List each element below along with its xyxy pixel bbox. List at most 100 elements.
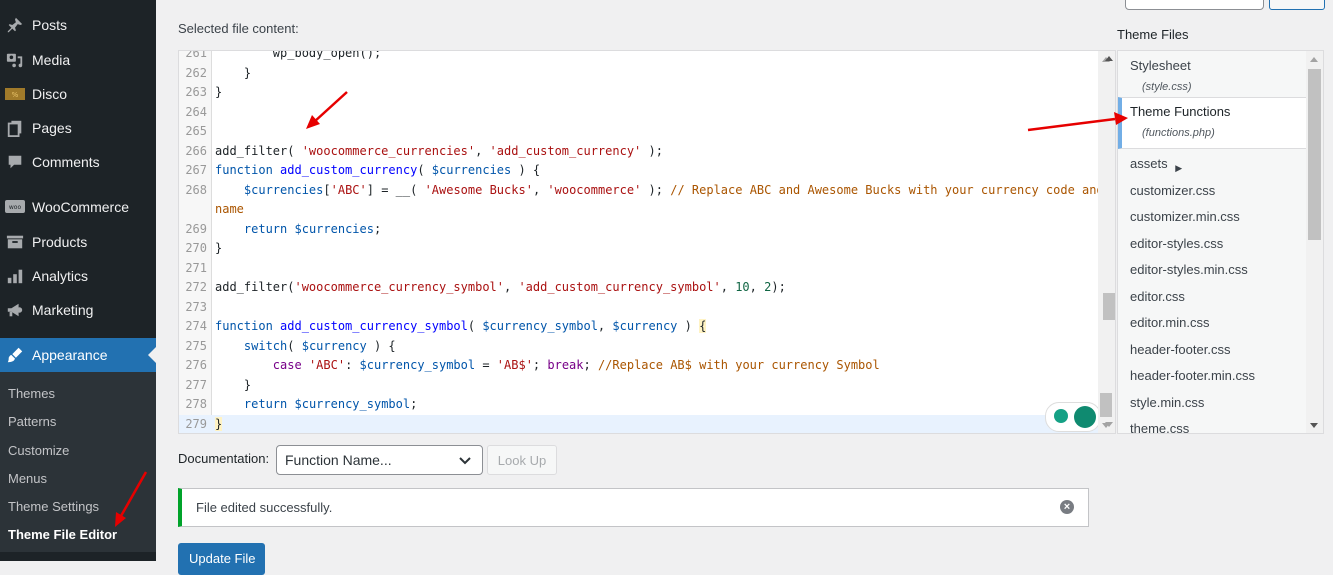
menu-item-posts[interactable]: Posts [0, 8, 156, 42]
submenu-menus[interactable]: Menus [8, 471, 47, 486]
file-item[interactable]: header-footer.min.css [1130, 368, 1255, 383]
menu-item-products[interactable]: Products [0, 225, 156, 259]
menu-item-appearance[interactable]: Appearance [0, 338, 156, 372]
select-button[interactable] [1269, 0, 1325, 10]
line-number: 262 [179, 64, 207, 84]
chevron-down-icon [458, 453, 472, 470]
code-line[interactable]: 271 [179, 259, 1099, 279]
dismiss-icon[interactable]: × [1060, 500, 1074, 514]
menu-item-woocommerce[interactable]: woo WooCommerce [0, 190, 156, 224]
code-line[interactable]: 276 case 'ABC': $currency_symbol = 'AB$'… [179, 356, 1099, 376]
code-line[interactable]: 263} [179, 83, 1099, 103]
code-line[interactable]: 265 [179, 122, 1099, 142]
file-item[interactable]: editor.css [1130, 289, 1185, 304]
code-line[interactable]: 270} [179, 239, 1099, 259]
menu-label: WooCommerce [32, 199, 129, 215]
file-item-theme-functions[interactable]: Theme Functions (functions.php) [1118, 97, 1308, 149]
menu-label: Comments [32, 154, 100, 170]
main-content: Selected file content: 261 wp_body_open(… [156, 0, 1333, 561]
menu-label: Products [32, 234, 87, 250]
code-line[interactable]: 273 [179, 298, 1099, 318]
menu-item-disco[interactable]: % Disco [0, 77, 156, 111]
line-number: 278 [179, 395, 207, 415]
scrollbar-thumb[interactable] [1308, 69, 1321, 240]
scrollbar-thumb[interactable] [1103, 293, 1115, 320]
file-item[interactable]: header-footer.css [1130, 342, 1230, 357]
menu-item-comments[interactable]: Comments [0, 145, 156, 179]
menu-label: Media [32, 52, 70, 68]
menu-label: Analytics [32, 268, 88, 284]
code-line[interactable]: 261 wp_body_open(); [179, 50, 1099, 64]
media-icon [5, 50, 25, 70]
line-number: 274 [179, 317, 207, 337]
code-line[interactable]: 262 } [179, 64, 1099, 84]
file-item[interactable]: customizer.min.css [1130, 209, 1240, 224]
files-scrollbar[interactable] [1306, 51, 1323, 433]
submenu-themes[interactable]: Themes [8, 386, 55, 401]
code-line[interactable]: name [179, 200, 1099, 220]
line-number: 279 [179, 415, 207, 435]
menu-label: Posts [32, 17, 67, 33]
file-item[interactable]: editor-styles.css [1130, 236, 1223, 251]
page-scrollbar[interactable] [1101, 50, 1117, 434]
svg-text:woo: woo [9, 204, 22, 211]
active-indicator [148, 347, 156, 363]
file-item-stylesheet[interactable]: Stylesheet (style.css) [1130, 58, 1192, 93]
file-label: Theme Functions [1130, 104, 1230, 119]
scroll-up-icon[interactable] [1310, 57, 1318, 62]
scroll-down-icon[interactable] [1310, 423, 1318, 428]
code-line[interactable]: 272add_filter('woocommerce_currency_symb… [179, 278, 1099, 298]
file-item[interactable]: theme.css [1130, 421, 1189, 434]
theme-select-input[interactable] [1125, 0, 1264, 10]
file-name: (style.css) [1142, 81, 1192, 93]
code-line[interactable]: 264 [179, 103, 1099, 123]
code-line[interactable]: 278 return $currency_symbol; [179, 395, 1099, 415]
file-label: Stylesheet [1130, 58, 1191, 73]
submenu-theme-settings[interactable]: Theme Settings [8, 499, 99, 514]
folder-item-assets[interactable]: assets ▶ [1130, 156, 1182, 171]
grammarly-widget[interactable] [1045, 402, 1101, 432]
pin-icon [5, 15, 25, 35]
folder-label: assets [1130, 156, 1168, 171]
line-number: 266 [179, 142, 207, 162]
menu-label: Marketing [32, 302, 93, 318]
file-item[interactable]: editor.min.css [1130, 315, 1209, 330]
submenu-patterns[interactable]: Patterns [8, 414, 56, 429]
admin-sidebar: Posts Media % Disco Pages Comments woo W… [0, 0, 156, 561]
coupon-icon: % [5, 84, 25, 104]
line-number: 265 [179, 122, 207, 142]
code-editor[interactable]: 261 wp_body_open();262 }263}264265266add… [178, 50, 1116, 434]
function-name-select[interactable]: Function Name... [276, 445, 483, 475]
code-line[interactable]: 267function add_custom_currency( $curren… [179, 161, 1099, 181]
code-line[interactable]: 266add_filter( 'woocommerce_currencies',… [179, 142, 1099, 162]
menu-item-analytics[interactable]: Analytics [0, 259, 156, 293]
line-number: 261 [179, 50, 207, 64]
line-number: 267 [179, 161, 207, 181]
look-up-button[interactable]: Look Up [487, 445, 557, 475]
file-item[interactable]: editor-styles.min.css [1130, 262, 1248, 277]
code-line[interactable]: 268 $currencies['ABC'] = __( 'Awesome Bu… [179, 181, 1099, 201]
code-line[interactable]: 274function add_custom_currency_symbol( … [179, 317, 1099, 337]
comment-icon [5, 152, 25, 172]
update-file-button[interactable]: Update File [178, 543, 265, 575]
line-number: 270 [179, 239, 207, 259]
line-number: 275 [179, 337, 207, 357]
menu-item-marketing[interactable]: Marketing [0, 293, 156, 327]
pages-icon [5, 118, 25, 138]
file-item[interactable]: customizer.css [1130, 183, 1215, 198]
scroll-down-icon[interactable] [1105, 422, 1113, 427]
scroll-up-icon[interactable] [1105, 56, 1113, 61]
code-line[interactable]: 269 return $currencies; [179, 220, 1099, 240]
menu-label: Pages [32, 120, 72, 136]
code-line[interactable]: 275 switch( $currency ) { [179, 337, 1099, 357]
code-line[interactable]: 279} [179, 415, 1099, 435]
menu-item-pages[interactable]: Pages [0, 111, 156, 145]
submenu-customize[interactable]: Customize [8, 443, 69, 458]
file-item[interactable]: style.min.css [1130, 395, 1204, 410]
menu-item-media[interactable]: Media [0, 43, 156, 77]
submenu-theme-file-editor[interactable]: Theme File Editor [8, 527, 117, 542]
menu-label: Disco [32, 86, 67, 102]
editor-label: Selected file content: [178, 21, 299, 36]
line-number: 276 [179, 356, 207, 376]
code-line[interactable]: 277 } [179, 376, 1099, 396]
